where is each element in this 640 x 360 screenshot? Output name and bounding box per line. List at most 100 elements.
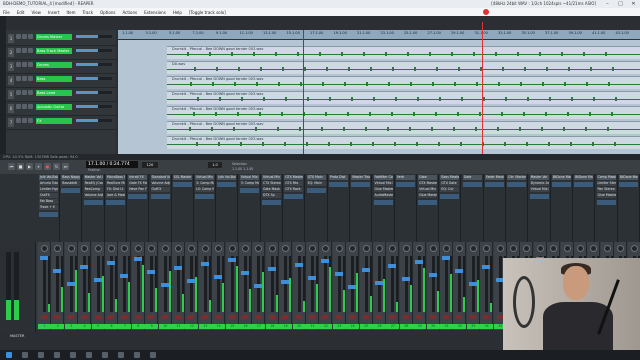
pan-knob[interactable] <box>376 245 383 252</box>
fx-slot[interactable]: LS: Comp Master <box>195 187 215 192</box>
media-item[interactable]: Drumkit - Pfeccal - Bee DOWN good tender… <box>167 91 640 104</box>
pan-knob[interactable] <box>416 245 424 252</box>
volume-fader[interactable] <box>123 256 127 312</box>
arrange-view[interactable]: Drumkit - Pfeccal - Bee DOWN good tender… <box>118 40 640 154</box>
fx-slot[interactable]: OutFX <box>39 193 58 198</box>
record-arm-icon[interactable] <box>295 315 302 319</box>
volume-fader[interactable] <box>445 256 448 312</box>
pan-knob[interactable] <box>161 245 169 252</box>
volume-fader[interactable] <box>190 256 194 312</box>
solo-icon[interactable] <box>28 118 33 123</box>
record-arm-icon[interactable] <box>268 315 275 319</box>
volume-fader[interactable] <box>56 256 60 312</box>
pan-knob[interactable] <box>67 245 75 252</box>
fx-slot[interactable]: Neve Pan FX <box>128 187 148 192</box>
fx-slot[interactable]: 3: Comp Master <box>195 181 215 186</box>
record-arm-icon[interactable] <box>16 76 21 81</box>
fx-slot[interactable]: GTX Master <box>418 181 438 186</box>
record-arm-icon[interactable] <box>322 315 329 319</box>
menu-insert[interactable]: Insert <box>48 10 59 15</box>
go-to-start-icon[interactable]: ⏮ <box>8 163 15 170</box>
send-slot[interactable] <box>618 182 638 187</box>
pan-knob[interactable] <box>282 245 290 252</box>
time-position[interactable]: 17.1.00 / 0:24.774 <box>86 161 138 168</box>
stop-icon[interactable]: ■ <box>17 163 24 170</box>
track-name[interactable]: Bass <box>36 76 72 82</box>
fx-slot[interactable]: Master Vol.Mix <box>83 175 103 180</box>
send-slot[interactable] <box>395 182 415 187</box>
mute-icon[interactable] <box>22 118 27 123</box>
media-item[interactable]: Drumkit - Pfeccal - Bee DOWN good tender… <box>167 106 640 119</box>
pan-knob[interactable] <box>536 245 544 252</box>
fx-slot[interactable]: BtDone Master <box>551 175 571 180</box>
mute-icon[interactable] <box>22 48 27 53</box>
fx-slot[interactable]: Virtual Mix Rack <box>418 187 438 192</box>
volume-fader[interactable] <box>284 256 288 312</box>
fx-slot[interactable]: Intratl FX <box>128 175 148 180</box>
fx-slot[interactable]: Virtual Mix Rack <box>195 175 215 180</box>
fx-slot[interactable]: BtDone Master <box>618 175 638 180</box>
pan-knob[interactable] <box>268 245 276 252</box>
fx-slot[interactable]: EQ: Cut <box>440 187 460 192</box>
record-arm-icon[interactable] <box>16 48 21 53</box>
record-arm-icon[interactable] <box>416 315 423 319</box>
fx-slot[interactable]: Gate <box>418 175 438 180</box>
volume-fader[interactable] <box>311 256 314 312</box>
pan-knob[interactable] <box>295 245 303 252</box>
send-slot[interactable] <box>351 182 371 187</box>
fx-slot[interactable]: Bassbtx6 <box>61 181 81 186</box>
mail-icon[interactable] <box>102 352 108 358</box>
track-volume-slider[interactable] <box>76 63 112 66</box>
fx-slot[interactable]: Fader Master <box>485 175 504 180</box>
fx-slot[interactable]: Volume Adjust <box>150 181 170 186</box>
volume-fader[interactable] <box>498 256 502 312</box>
send-slot[interactable] <box>418 200 438 205</box>
record-arm-icon[interactable] <box>349 315 356 319</box>
send-slot[interactable] <box>217 182 237 187</box>
menu-item[interactable]: Item <box>66 10 75 15</box>
pan-knob[interactable] <box>389 245 397 252</box>
menu-edit[interactable]: Edit <box>17 10 25 15</box>
pan-knob[interactable] <box>228 245 236 252</box>
fx-slot[interactable]: Bass Nappy 150 () <box>61 175 81 180</box>
record-arm-icon[interactable] <box>255 315 262 319</box>
send-slot[interactable] <box>596 200 616 205</box>
fx-slot[interactable]: Arturia Tube <box>39 181 58 186</box>
volume-fader[interactable] <box>136 256 140 312</box>
solo-icon[interactable] <box>28 62 33 67</box>
fx-slot[interactable]: Jsfx Vol.Balance <box>217 175 237 180</box>
pan-knob[interactable] <box>603 245 611 252</box>
fx-slot[interactable]: Verb <box>395 175 415 180</box>
mute-icon[interactable] <box>22 90 27 95</box>
send-slot[interactable] <box>105 200 125 205</box>
menu-help[interactable]: Help <box>173 10 182 15</box>
fx-slot[interactable]: Jack & Master <box>105 193 125 198</box>
mute-icon[interactable] <box>22 34 27 39</box>
fx-slot[interactable]: GTX Rack <box>284 187 304 192</box>
fx-slot[interactable]: FX: Dist Lt <box>105 187 125 192</box>
track-volume-slider[interactable] <box>76 105 112 108</box>
pan-knob[interactable] <box>94 245 102 252</box>
fx-slot[interactable]: Virtual Mix Rack <box>373 181 393 186</box>
volume-fader[interactable] <box>458 256 462 312</box>
solo-icon[interactable] <box>28 104 33 109</box>
fx-slot[interactable]: Volume Adjust <box>83 193 103 198</box>
fx-slot[interactable]: Limiter Hypo <box>39 187 58 192</box>
fx-slot[interactable]: GTX Gate <box>440 181 460 186</box>
pan-knob[interactable] <box>510 245 517 252</box>
pan-knob[interactable] <box>81 245 89 252</box>
record-arm-icon[interactable] <box>81 315 88 319</box>
explorer-icon[interactable] <box>54 352 60 358</box>
pan-knob[interactable] <box>362 245 370 252</box>
pan-knob[interactable] <box>188 245 196 252</box>
fx-slot[interactable]: Fabfilter Comp <box>373 175 393 180</box>
fx-slot[interactable]: Dynamic Adjust <box>529 181 549 186</box>
menu-extensions[interactable]: Extensions <box>144 10 166 15</box>
pan-knob[interactable] <box>617 245 625 252</box>
search-icon[interactable] <box>22 352 28 358</box>
pan-knob[interactable] <box>496 245 504 252</box>
track-name[interactable]: Bass Track Master <box>36 48 72 54</box>
volume-fader[interactable] <box>364 256 368 312</box>
fx-slot[interactable]: Virtual Mix Rack <box>262 175 281 180</box>
menu-options[interactable]: Options <box>100 10 115 15</box>
